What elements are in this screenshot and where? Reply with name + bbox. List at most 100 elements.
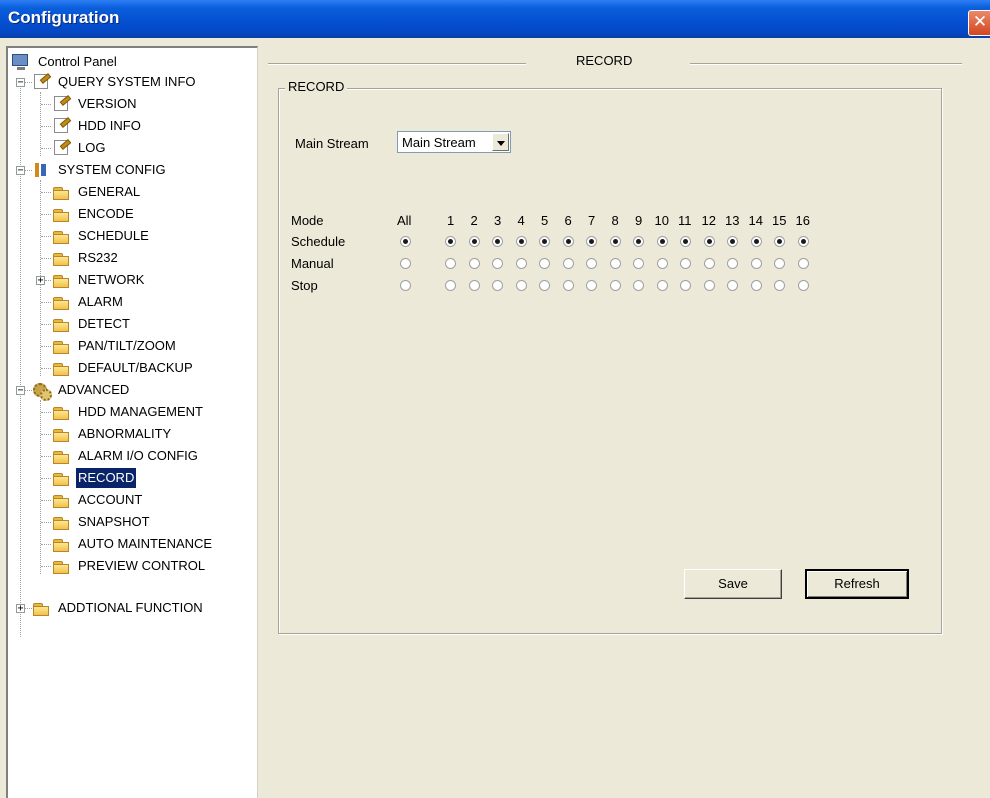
note-edit-icon [54, 96, 68, 111]
all-label: All [397, 213, 412, 228]
expand-icon[interactable]: + [36, 276, 45, 286]
note-edit-icon [34, 74, 48, 89]
radio-manual-ch13[interactable] [727, 258, 738, 269]
title-bar: Configuration ✕ [0, 0, 990, 38]
radio-schedule-ch11[interactable] [680, 236, 691, 247]
radio-stop-ch10[interactable] [657, 280, 668, 291]
note-edit-icon [54, 118, 68, 133]
radio-manual-ch4[interactable] [516, 258, 527, 269]
radio-stop-ch3[interactable] [492, 280, 503, 291]
radio-stop-ch6[interactable] [563, 280, 574, 291]
collapse-icon[interactable]: − [16, 78, 25, 88]
folder-icon [52, 536, 70, 552]
radio-schedule-ch16[interactable] [798, 236, 809, 247]
radio-stop-ch1[interactable] [445, 280, 456, 291]
radio-schedule-ch14[interactable] [751, 236, 762, 247]
folder-icon [52, 338, 70, 354]
radio-schedule-all[interactable] [400, 236, 411, 247]
radio-stop-ch14[interactable] [751, 280, 762, 291]
collapse-icon[interactable]: − [16, 166, 25, 176]
folder-icon [52, 228, 70, 244]
radio-manual-ch15[interactable] [774, 258, 785, 269]
mode-label: Mode [291, 213, 324, 228]
radio-manual-ch2[interactable] [469, 258, 480, 269]
save-button[interactable]: Save [684, 569, 782, 599]
radio-stop-ch5[interactable] [539, 280, 550, 291]
radio-manual-ch7[interactable] [586, 258, 597, 269]
radio-schedule-ch12[interactable] [704, 236, 715, 247]
radio-manual-ch10[interactable] [657, 258, 668, 269]
group-title: RECORD [285, 79, 348, 94]
stop-label: Stop [291, 278, 318, 293]
radio-manual-ch8[interactable] [610, 258, 621, 269]
radio-stop-ch7[interactable] [586, 280, 597, 291]
folder-icon [32, 600, 50, 616]
radio-schedule-ch9[interactable] [633, 236, 644, 247]
radio-schedule-ch8[interactable] [610, 236, 621, 247]
radio-stop-ch15[interactable] [774, 280, 785, 291]
folder-icon [52, 272, 70, 288]
schedule-label: Schedule [291, 234, 346, 249]
radio-schedule-ch13[interactable] [727, 236, 738, 247]
channel-label-11: 11 [678, 213, 692, 228]
radio-stop-ch4[interactable] [516, 280, 527, 291]
radio-schedule-ch2[interactable] [469, 236, 480, 247]
radio-manual-ch14[interactable] [751, 258, 762, 269]
radio-schedule-ch3[interactable] [492, 236, 503, 247]
radio-stop-all[interactable] [400, 280, 411, 291]
radio-schedule-ch7[interactable] [586, 236, 597, 247]
window-title: Configuration [8, 8, 120, 27]
radio-manual-ch12[interactable] [704, 258, 715, 269]
refresh-button[interactable]: Refresh [805, 569, 909, 599]
channel-label-1: 1 [447, 213, 455, 228]
radio-manual-ch6[interactable] [563, 258, 574, 269]
radio-manual-ch1[interactable] [445, 258, 456, 269]
channel-label-6: 6 [564, 213, 572, 228]
navigation-tree[interactable]: Control Panel − QUERY SYSTEM INFO VERSIO… [6, 46, 258, 798]
note-edit-icon [54, 140, 68, 155]
channel-label-15: 15 [772, 213, 787, 228]
radio-manual-ch16[interactable] [798, 258, 809, 269]
radio-schedule-ch15[interactable] [774, 236, 785, 247]
window-client: Control Panel − QUERY SYSTEM INFO VERSIO… [0, 38, 990, 798]
radio-stop-ch8[interactable] [610, 280, 621, 291]
channel-label-8: 8 [611, 213, 619, 228]
folder-icon [52, 426, 70, 442]
radio-manual-ch3[interactable] [492, 258, 503, 269]
channel-label-16: 16 [795, 213, 810, 228]
radio-stop-ch11[interactable] [680, 280, 691, 291]
page-title: RECORD [576, 53, 633, 68]
radio-schedule-ch5[interactable] [539, 236, 550, 247]
radio-schedule-ch6[interactable] [563, 236, 574, 247]
radio-manual-all[interactable] [400, 258, 411, 269]
manual-label: Manual [291, 256, 334, 271]
radio-manual-ch9[interactable] [633, 258, 644, 269]
folder-icon [52, 250, 70, 266]
folder-icon [52, 316, 70, 332]
radio-stop-ch16[interactable] [798, 280, 809, 291]
folder-icon [52, 492, 70, 508]
radio-stop-ch2[interactable] [469, 280, 480, 291]
radio-schedule-ch1[interactable] [445, 236, 456, 247]
channel-label-14: 14 [748, 213, 763, 228]
stream-select[interactable]: Main Stream [397, 131, 511, 153]
radio-schedule-ch10[interactable] [657, 236, 668, 247]
radio-stop-ch12[interactable] [704, 280, 715, 291]
chevron-down-icon[interactable] [492, 133, 509, 151]
channel-label-5: 5 [541, 213, 549, 228]
folder-icon [52, 404, 70, 420]
radio-manual-ch5[interactable] [539, 258, 550, 269]
folder-icon [52, 206, 70, 222]
expand-icon[interactable]: + [16, 604, 25, 614]
folder-icon [52, 514, 70, 530]
channel-label-7: 7 [588, 213, 596, 228]
radio-schedule-ch4[interactable] [516, 236, 527, 247]
radio-stop-ch9[interactable] [633, 280, 644, 291]
collapse-icon[interactable]: − [16, 386, 25, 396]
channel-label-3: 3 [494, 213, 502, 228]
radio-manual-ch11[interactable] [680, 258, 691, 269]
radio-stop-ch13[interactable] [727, 280, 738, 291]
record-panel: RECORD RECORD Main Stream Main Stream Mo… [260, 38, 990, 794]
close-icon[interactable]: ✕ [968, 10, 990, 36]
tools-icon [32, 162, 50, 178]
